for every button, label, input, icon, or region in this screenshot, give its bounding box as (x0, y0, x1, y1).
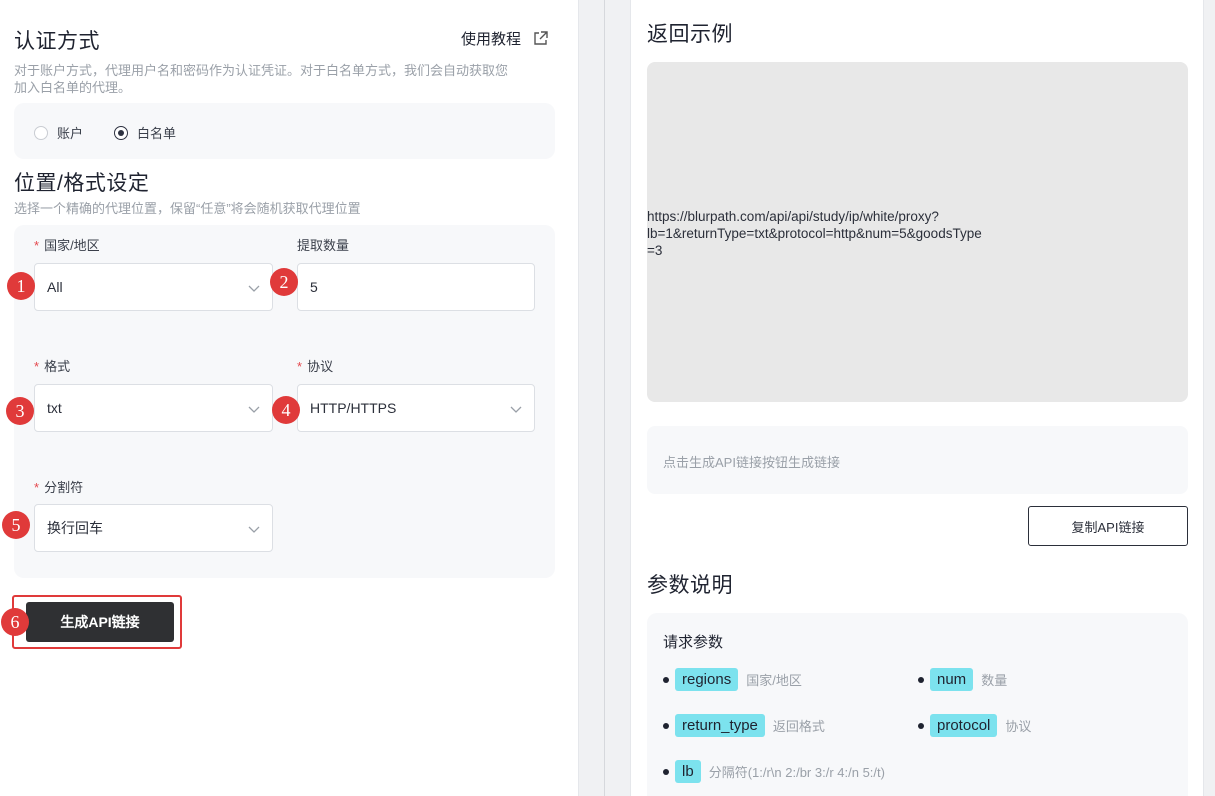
param-item: return_type 返回格式 (663, 714, 825, 737)
step-badge-1: 1 (7, 272, 35, 300)
chevron-down-icon (248, 522, 260, 538)
step-badge-2: 2 (270, 268, 298, 296)
separator-select[interactable]: 换行回车 (34, 504, 273, 552)
auth-options-box: 账户 白名单 (14, 103, 555, 159)
location-title: 位置/格式设定 (14, 172, 150, 195)
step-badge-4: 4 (272, 396, 300, 424)
external-link-icon (533, 31, 548, 46)
param-item: lb 分隔符(1:/r\n 2:/br 3:/r 4:/n 5:/t) (663, 760, 885, 783)
country-label: * 国家/地区 (34, 238, 100, 253)
tutorial-label: 使用教程 (461, 31, 522, 48)
auth-title: 认证方式 (14, 30, 100, 53)
separator-label: * 分割符 (34, 480, 84, 495)
generate-api-button[interactable]: 生成API链接 (26, 602, 174, 642)
param-item: regions 国家/地区 (663, 668, 802, 691)
quantity-input[interactable]: 5 (297, 263, 535, 311)
radio-icon (34, 125, 48, 140)
example-output-box: https://blurpath.com/api/api/study/ip/wh… (647, 62, 1188, 402)
params-title: 参数说明 (647, 574, 733, 597)
radio-whitelist-label: 白名单 (137, 126, 177, 141)
panel-divider (604, 0, 605, 796)
radio-account[interactable]: 账户 (34, 123, 83, 142)
format-label: * 格式 (34, 359, 71, 374)
auth-description: 对于账户方式，代理用户名和密码作为认证凭证。对于白名单方式，我们会自动获取您 加… (14, 63, 509, 95)
location-description: 选择一个精确的代理位置，保留“任意”将会随机获取代理位置 (14, 201, 361, 216)
format-select[interactable]: txt (34, 384, 273, 432)
radio-checked-icon (114, 125, 128, 140)
copy-api-button[interactable]: 复制API链接 (1028, 506, 1188, 546)
generated-link-field[interactable]: 点击生成API链接按钮生成链接 (647, 426, 1188, 494)
quantity-label: 提取数量 (297, 238, 350, 253)
chevron-down-icon (248, 281, 260, 297)
radio-whitelist[interactable]: 白名单 (114, 123, 176, 142)
chevron-down-icon (248, 402, 260, 418)
radio-account-label: 账户 (57, 126, 84, 141)
example-url: https://blurpath.com/api/api/study/ip/wh… (647, 209, 982, 258)
params-subtitle: 请求参数 (663, 634, 724, 651)
tutorial-link[interactable]: 使用教程 (461, 28, 548, 49)
chevron-down-icon (510, 402, 522, 418)
protocol-select[interactable]: HTTP/HTTPS (297, 384, 535, 432)
param-item: protocol 协议 (918, 714, 1031, 737)
protocol-label: * 协议 (297, 359, 334, 374)
step-badge-6: 6 (1, 608, 29, 636)
country-select[interactable]: All (34, 263, 273, 311)
step-badge-3: 3 (6, 397, 34, 425)
param-item: num 数量 (918, 668, 1007, 691)
params-box: 请求参数 regions 国家/地区 num 数量 return_type 返回格式 … (647, 613, 1188, 796)
example-title: 返回示例 (647, 23, 733, 46)
step-badge-5: 5 (2, 511, 30, 539)
